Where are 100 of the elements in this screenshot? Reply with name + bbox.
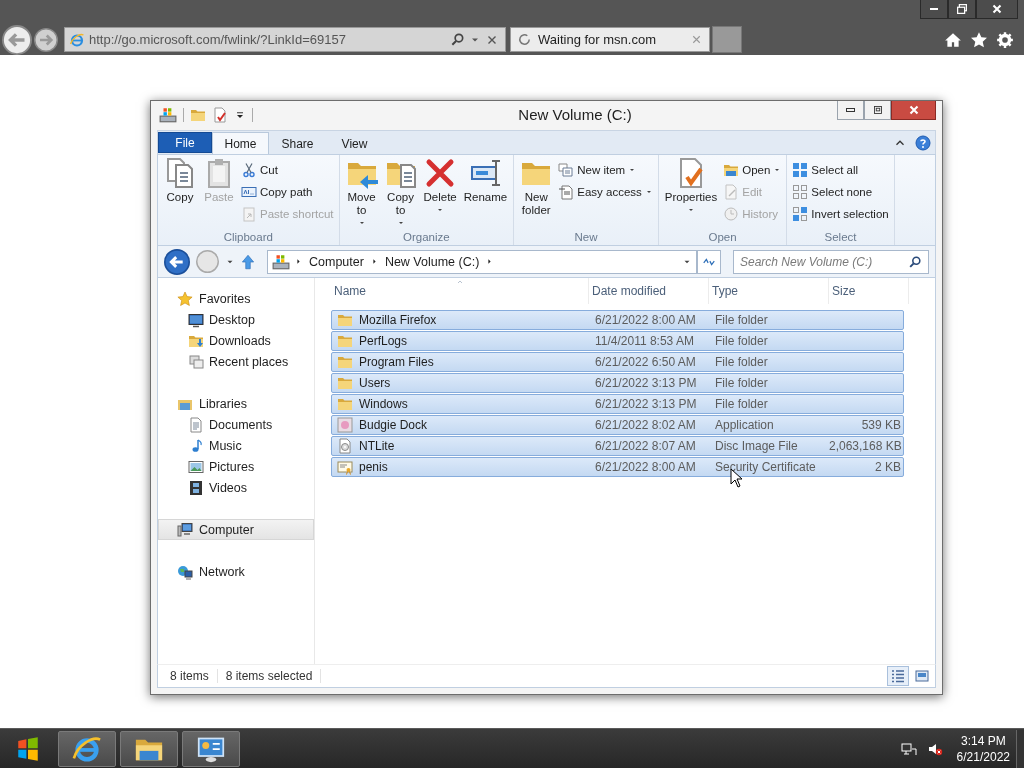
network-icon[interactable] [900,740,917,757]
column-header[interactable]: Size [829,278,909,304]
ribbon-button[interactable]: Easy access [556,181,655,203]
nav-item[interactable]: Pictures [158,456,314,477]
file-name: Mozilla Firefox [359,313,437,327]
ribbon-button[interactable]: New item [556,159,655,181]
details-view-button[interactable] [887,666,909,686]
checked-document-icon[interactable] [212,107,228,123]
search-field[interactable]: Search New Volume (C:) [733,249,929,274]
chevron-icon[interactable] [294,257,303,266]
refresh-button[interactable] [697,249,721,274]
ribbon-button[interactable]: Invert selection [790,203,891,225]
column-header[interactable]: Type [709,278,829,304]
close-button[interactable] [891,101,936,120]
file-row[interactable]: Budgie Dock 6/21/2022 8:02 AM Application 539 KB [331,415,904,435]
drive-icon[interactable] [159,106,177,124]
nav-item[interactable]: Downloads [158,330,314,351]
nav-item[interactable]: Videos [158,477,314,498]
help-icon[interactable] [915,135,931,151]
nav-item[interactable]: Computer [158,519,314,540]
file-row[interactable]: PerfLogs 11/4/2011 8:53 AM File folder [331,331,904,351]
ribbon-tab[interactable]: Home [212,132,269,154]
circle-icon [196,250,219,273]
file-row[interactable]: NTLite 6/21/2022 8:07 AM Disc Image File 2,063,168 KB [331,436,904,456]
ribbon-button[interactable]: Copy path [239,181,336,203]
address-field[interactable]: http://go.microsoft.com/fwlink/?LinkId=69157 [64,27,506,52]
ribbon-button[interactable]: Properties [661,157,721,214]
nav-item[interactable]: Music [158,435,314,456]
file-row[interactable]: Program Files 6/21/2022 6:50 AM File folder [331,352,904,372]
group-label: New [573,230,599,245]
date-modified: 6/21/2022 6:50 AM [594,355,697,369]
nav-item[interactable]: Favorites [158,288,314,309]
close-button[interactable] [976,0,1018,19]
date-modified: 6/21/2022 3:13 PM [594,397,698,411]
ribbon-button[interactable]: Select none [790,181,891,203]
group-label: Select [823,230,858,245]
search-icon[interactable] [908,254,922,269]
search-icon[interactable] [450,32,465,47]
file-menu-button[interactable]: File [158,132,212,153]
date-modified: 6/21/2022 8:00 AM [594,460,697,474]
taskbar-button[interactable] [58,730,116,767]
browser-tab[interactable]: Waiting for msn.com [510,27,710,52]
ribbon-tab[interactable]: View [326,132,383,154]
file-row[interactable]: Windows 6/21/2022 3:13 PM File folder [331,394,904,414]
nav-item[interactable]: Recent places [158,351,314,372]
pencil-document-icon [723,184,740,200]
favorites-icon[interactable] [970,30,988,49]
breadcrumb[interactable]: New Volume (C:) [382,254,482,269]
ribbon-button[interactable]: New folder [517,157,556,217]
clock-time[interactable]: 3:14 PM [960,732,1006,749]
minimize-button[interactable] [920,0,948,19]
ribbon-button[interactable]: Copy [161,157,199,204]
back-button[interactable] [2,24,32,55]
ribbon-button[interactable]: Rename [460,157,511,204]
maximize-button[interactable] [864,101,891,120]
address-text: http://go.microsoft.com/fwlink/?LinkId=69157 [89,32,347,47]
ribbon-button[interactable]: Move to [342,157,381,227]
nav-item[interactable]: Desktop [158,309,314,330]
taskbar-button[interactable] [120,730,178,767]
date-modified: 11/4/2011 8:53 AM [594,334,695,348]
selection-count: 8 items selected [225,669,322,683]
clock-date[interactable]: 6/21/2022 [956,748,1010,765]
ribbon-button[interactable]: Select all [790,159,891,181]
nav-item[interactable]: Network [158,561,314,582]
shortcut-icon [241,206,257,222]
back-button[interactable] [164,248,190,275]
nav-item[interactable]: Documents [158,414,314,435]
item-count: 8 items [170,669,218,683]
address-bar[interactable]: Computer New Volume (C:) [267,249,697,274]
ribbon-button[interactable]: Copy to [381,157,420,227]
caret-icon[interactable] [234,109,246,121]
file-row[interactable]: penis 6/21/2022 8:00 AM Security Certificate 2 KB [331,457,904,477]
settings-icon[interactable] [996,30,1014,49]
file-name: penis [359,460,388,474]
application-icon [337,417,353,433]
nav-item[interactable]: Libraries [158,393,314,414]
column-header[interactable]: Name [331,278,589,304]
file-size: 2 KB [874,460,902,474]
taskbar-button[interactable] [182,730,240,767]
column-header[interactable]: Date modified [589,278,709,304]
up-arrow-icon[interactable] [239,252,257,271]
file-type: File folder [714,355,769,369]
ribbon-button[interactable]: Cut [239,159,336,181]
folder-icon [337,333,353,349]
forward-button[interactable] [34,27,58,52]
file-row[interactable]: Users 6/21/2022 3:13 PM File folder [331,373,904,393]
mixed-squares-icon [792,206,809,222]
ribbon-tab[interactable]: Share [269,132,326,154]
restore-button[interactable] [948,0,976,19]
breadcrumb[interactable]: Computer [307,254,366,269]
document-icon [188,416,204,433]
folder-icon [337,375,353,391]
ribbon-button[interactable]: Open [721,159,784,181]
restore-icon [955,2,969,16]
file-row[interactable]: Mozilla Firefox 6/21/2022 8:00 AM File folder [331,310,904,330]
ribbon-button[interactable]: Delete [420,157,460,214]
minimize-button[interactable] [837,101,864,120]
group-label: Organize [402,230,451,245]
flag-icon [15,735,41,762]
document-lines-icon [558,184,575,200]
